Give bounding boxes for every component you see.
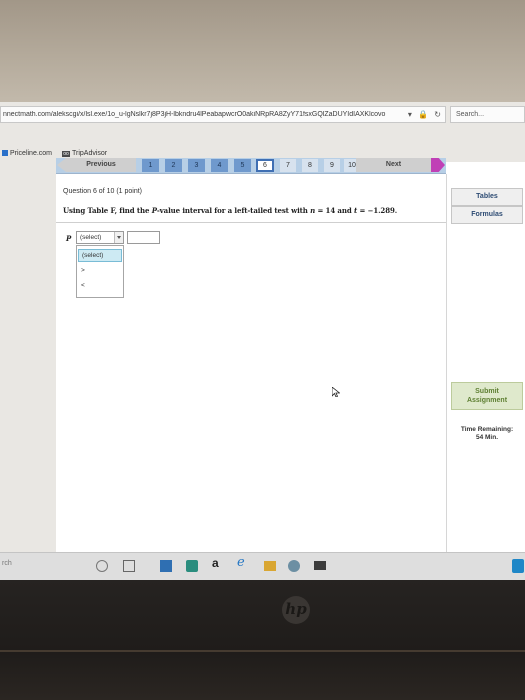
favorite-tripadvisor[interactable]: oo TripAdvisor bbox=[62, 150, 107, 157]
taskbar-search[interactable]: rch bbox=[2, 560, 12, 567]
monitor-bezel-top bbox=[0, 0, 525, 102]
option-greater-than[interactable]: > bbox=[78, 265, 122, 278]
question-4-button[interactable]: 4 bbox=[211, 159, 228, 172]
submit-label-2: Assignment bbox=[466, 397, 508, 404]
browser-search-box[interactable]: Search... bbox=[450, 106, 525, 123]
time-remaining: Time Remaining: 54 Min. bbox=[451, 426, 523, 442]
folder-icon[interactable] bbox=[264, 561, 276, 571]
question-7-button[interactable]: 7 bbox=[280, 159, 296, 172]
lock-icon: 🔒 bbox=[418, 110, 429, 119]
option-select[interactable]: (select) bbox=[78, 249, 122, 262]
address-url[interactable]: nnectmath.com/alekscgi/x/lsl.exe/1o_u-lg… bbox=[3, 111, 401, 118]
notification-icon[interactable] bbox=[512, 559, 524, 573]
question-3-button[interactable]: 3 bbox=[188, 159, 205, 172]
address-bar[interactable]: nnectmath.com/alekscgi/x/lsl.exe/1o_u-lg… bbox=[0, 106, 446, 123]
cortana-icon[interactable] bbox=[96, 560, 108, 572]
p-value-label: P bbox=[66, 234, 72, 243]
select-value: (select) bbox=[80, 234, 102, 241]
tripadvisor-icon: oo bbox=[62, 151, 70, 157]
mouse-cursor-icon bbox=[332, 387, 340, 397]
favorite-label: Priceline.com bbox=[10, 150, 53, 157]
previous-button[interactable]: Previous bbox=[57, 158, 136, 172]
select-dropdown-list: (select) > < bbox=[76, 245, 124, 298]
chevron-down-icon[interactable] bbox=[114, 232, 123, 243]
media-icon[interactable] bbox=[288, 560, 300, 572]
question-6-button[interactable]: 6 bbox=[256, 159, 274, 172]
question-navigation: Previous 1 2 3 4 5 6 7 8 9 10 Next bbox=[56, 158, 446, 174]
amazon-icon[interactable]: a bbox=[212, 556, 224, 570]
tables-button[interactable]: Tables bbox=[451, 188, 523, 206]
store-icon[interactable] bbox=[160, 560, 172, 572]
desk-edge bbox=[0, 650, 525, 652]
question-text: Using Table F, find the P-value interval… bbox=[63, 206, 398, 215]
priceline-icon bbox=[2, 150, 8, 156]
submit-assignment-button[interactable]: Submit Assignment bbox=[451, 382, 523, 410]
taskbar: rch a e bbox=[0, 552, 525, 580]
dropdown-icon[interactable]: ▾ bbox=[408, 110, 412, 119]
inequality-select[interactable]: (select) bbox=[76, 231, 124, 244]
search-placeholder: Search... bbox=[456, 111, 485, 118]
time-value: 54 Min. bbox=[475, 434, 499, 441]
option-less-than[interactable]: < bbox=[78, 280, 122, 293]
photos-icon[interactable] bbox=[186, 560, 198, 572]
task-view-icon[interactable] bbox=[123, 560, 135, 572]
assignment-page bbox=[56, 162, 525, 580]
next-arrow-icon[interactable] bbox=[431, 158, 445, 172]
question-5-button[interactable]: 5 bbox=[234, 159, 251, 172]
question-2-button[interactable]: 2 bbox=[165, 159, 182, 172]
question-divider bbox=[56, 222, 446, 223]
monitor-bezel-bottom bbox=[0, 580, 525, 700]
edge-icon[interactable]: e bbox=[237, 555, 249, 570]
sidebar-divider bbox=[446, 174, 447, 580]
refresh-icon[interactable]: ↻ bbox=[434, 110, 441, 119]
mail-icon[interactable] bbox=[314, 561, 326, 570]
question-9-button[interactable]: 9 bbox=[324, 159, 340, 172]
question-8-button[interactable]: 8 bbox=[302, 159, 318, 172]
submit-label: Submit bbox=[475, 388, 499, 395]
time-label: Time Remaining: bbox=[460, 426, 514, 433]
hp-logo-icon: hp bbox=[282, 596, 310, 624]
formulas-button[interactable]: Formulas bbox=[451, 206, 523, 224]
next-button[interactable]: Next bbox=[356, 158, 431, 172]
favorite-label: TripAdvisor bbox=[72, 150, 108, 157]
favorite-priceline[interactable]: Priceline.com bbox=[2, 150, 52, 157]
question-header: Question 6 of 10 (1 point) bbox=[63, 188, 142, 195]
p-value-input[interactable] bbox=[127, 231, 160, 244]
question-1-button[interactable]: 1 bbox=[142, 159, 159, 172]
screen: nnectmath.com/alekscgi/x/lsl.exe/1o_u-lg… bbox=[0, 102, 525, 580]
